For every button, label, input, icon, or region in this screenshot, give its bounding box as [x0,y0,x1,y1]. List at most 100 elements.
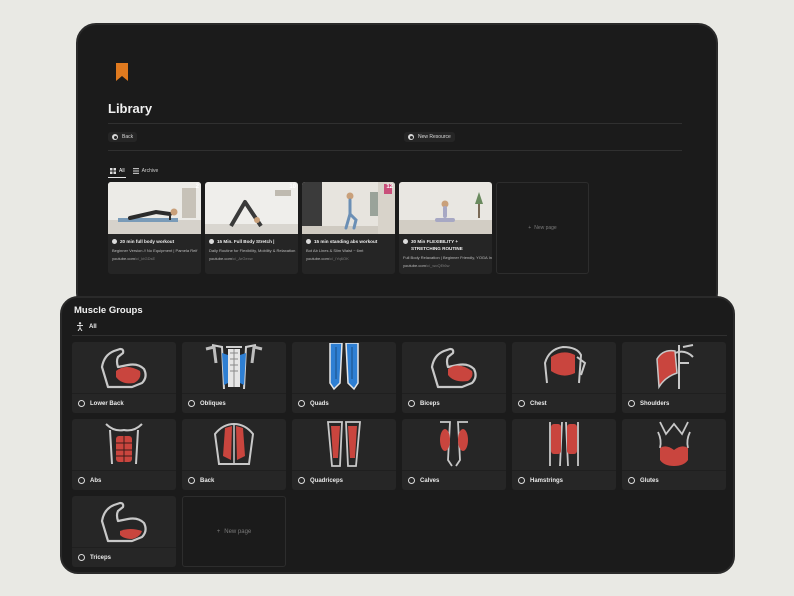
divider [108,150,682,151]
page-icon [298,477,305,484]
muscle-label: Triceps [90,554,112,561]
card-site: youtube.com [306,256,329,261]
muscle-label: Quadriceps [310,477,344,484]
muscle-groups-window: Muscle Groups All Lower Back Obliques Qu… [60,296,735,574]
page-icon [408,400,415,407]
tab-archive[interactable]: Archive [132,168,158,174]
card-subtitle: Daily Routine for Flexibility, Mobility … [209,248,296,253]
muscle-label-row: Abs [72,470,176,490]
view-tabs: All Archive [110,168,158,174]
muscle-label-row: Shoulders [622,393,726,413]
resource-card[interactable]: 30 Min FLEXIBILITY + STRETCHING ROUTINE … [399,182,492,274]
link-icon [209,239,214,244]
page-title: Library [108,101,153,116]
page-icon [628,477,635,484]
muscle-card[interactable]: Biceps [402,342,506,413]
muscle-label: Calves [420,477,440,484]
muscle-label-row: Chest [512,393,616,413]
resource-card[interactable]: 12 15 min standing abs workout Bot Ab Li… [302,182,395,274]
back-label: Back [122,134,134,140]
glutes-icon [657,421,691,466]
muscle-label-row: Obliques [182,393,286,413]
page-icon [78,400,85,407]
card-subtitle: Bot Ab Lines & Slim Waist ~ 6mt [306,248,364,253]
card-title: 30 Min FLEXIBILITY + STRETCHING ROUTINE [411,239,463,251]
muscle-label: Back [200,477,215,484]
muscle-image [402,419,506,469]
muscle-card[interactable]: Quads [292,342,396,413]
new-resource-button[interactable]: New Resource [404,132,455,142]
flexed-arm-icon [100,347,147,389]
muscle-card[interactable]: Shoulders [622,342,726,413]
section-title: Muscle Groups [74,305,143,316]
muscle-card[interactable]: Triceps [72,496,176,567]
page-icon [518,477,525,484]
new-page-label: New page [224,528,252,535]
card-url: youtube.com/c/_iYq6OK [302,253,395,261]
card-url: youtube.com/c/_ArGexw [205,253,298,261]
link-icon [112,239,117,244]
list-icon [132,168,139,174]
bookmark-icon [116,63,128,81]
page-icon [628,400,635,407]
library-window: Library Back New Resource All Archive 2 … [76,23,718,313]
card-title-row: 20 min full body workout [108,234,201,245]
tab-all[interactable]: All [110,168,125,174]
card-site: youtube.com [112,256,135,261]
page-icon [188,400,195,407]
card-title-row: 15 Min. Full Body Stretch | [205,234,298,245]
muscle-card[interactable]: Chest [512,342,616,413]
muscle-label: Abs [90,477,102,484]
muscle-card[interactable]: Calves [402,419,506,490]
page-icon [78,477,85,484]
chest-icon [543,345,587,384]
muscle-label-row: Quads [292,393,396,413]
card-handle: /c/_woQEt6w [425,263,450,268]
muscle-image [512,342,616,392]
new-page-button[interactable]: + New page [182,496,286,567]
muscle-card[interactable]: Quadriceps [292,419,396,490]
muscle-card[interactable]: Back [182,419,286,490]
flexibility-yoga-image [399,182,492,234]
card-title-row: 30 Min FLEXIBILITY + STRETCHING ROUTINE [399,234,492,252]
card-url: youtube.com/c/_woQEt6w [399,260,492,268]
muscle-card[interactable]: Abs [72,419,176,490]
card-url: youtube.com/c/_ktGDsE [108,253,201,261]
flexed-arm-icon [430,347,477,389]
card-handle: /c/_ArGexw [231,256,253,261]
muscle-label: Hamstrings [530,477,564,484]
resource-card[interactable]: 10 15 Min. Full Body Stretch | Daily Rou… [205,182,298,274]
video-thumbnail: 10 [205,182,298,234]
muscle-label-row: Back [182,470,286,490]
filter-all-tab[interactable]: All [76,322,97,331]
muscle-gallery: Lower Back Obliques Quads Biceps Chest S… [72,342,726,567]
new-page-button[interactable]: + New page [496,182,589,274]
muscle-card[interactable]: Lower Back [72,342,176,413]
muscle-image [402,342,506,392]
muscle-label: Glutes [640,477,659,484]
quadriceps-icon [327,421,361,467]
back-button[interactable]: Back [108,132,138,142]
page-icon [188,477,195,484]
calves-icon [440,421,468,467]
card-handle: /c/_ktGDsE [134,256,156,261]
muscle-label-row: Biceps [402,393,506,413]
page-icon [408,477,415,484]
duration-badge: 10 [289,184,296,190]
muscle-label: Chest [530,400,547,407]
muscle-image [182,342,286,392]
card-title: 20 min full body workout [120,239,175,244]
page-icon [78,554,85,561]
legs-quads-icon [329,343,359,391]
plank-workout-image [108,182,201,234]
muscle-card[interactable]: Glutes [622,419,726,490]
plus-icon: + [216,528,221,535]
back-icon [213,422,255,465]
resource-card[interactable]: 2 20 min full body workout Beginner Vers… [108,182,201,274]
muscle-card[interactable]: Hamstrings [512,419,616,490]
divider [72,335,727,336]
card-handle: /c/_iYq6OK [328,256,349,261]
abs-icon [105,423,143,465]
new-resource-label: New Resource [418,134,451,140]
muscle-card[interactable]: Obliques [182,342,286,413]
